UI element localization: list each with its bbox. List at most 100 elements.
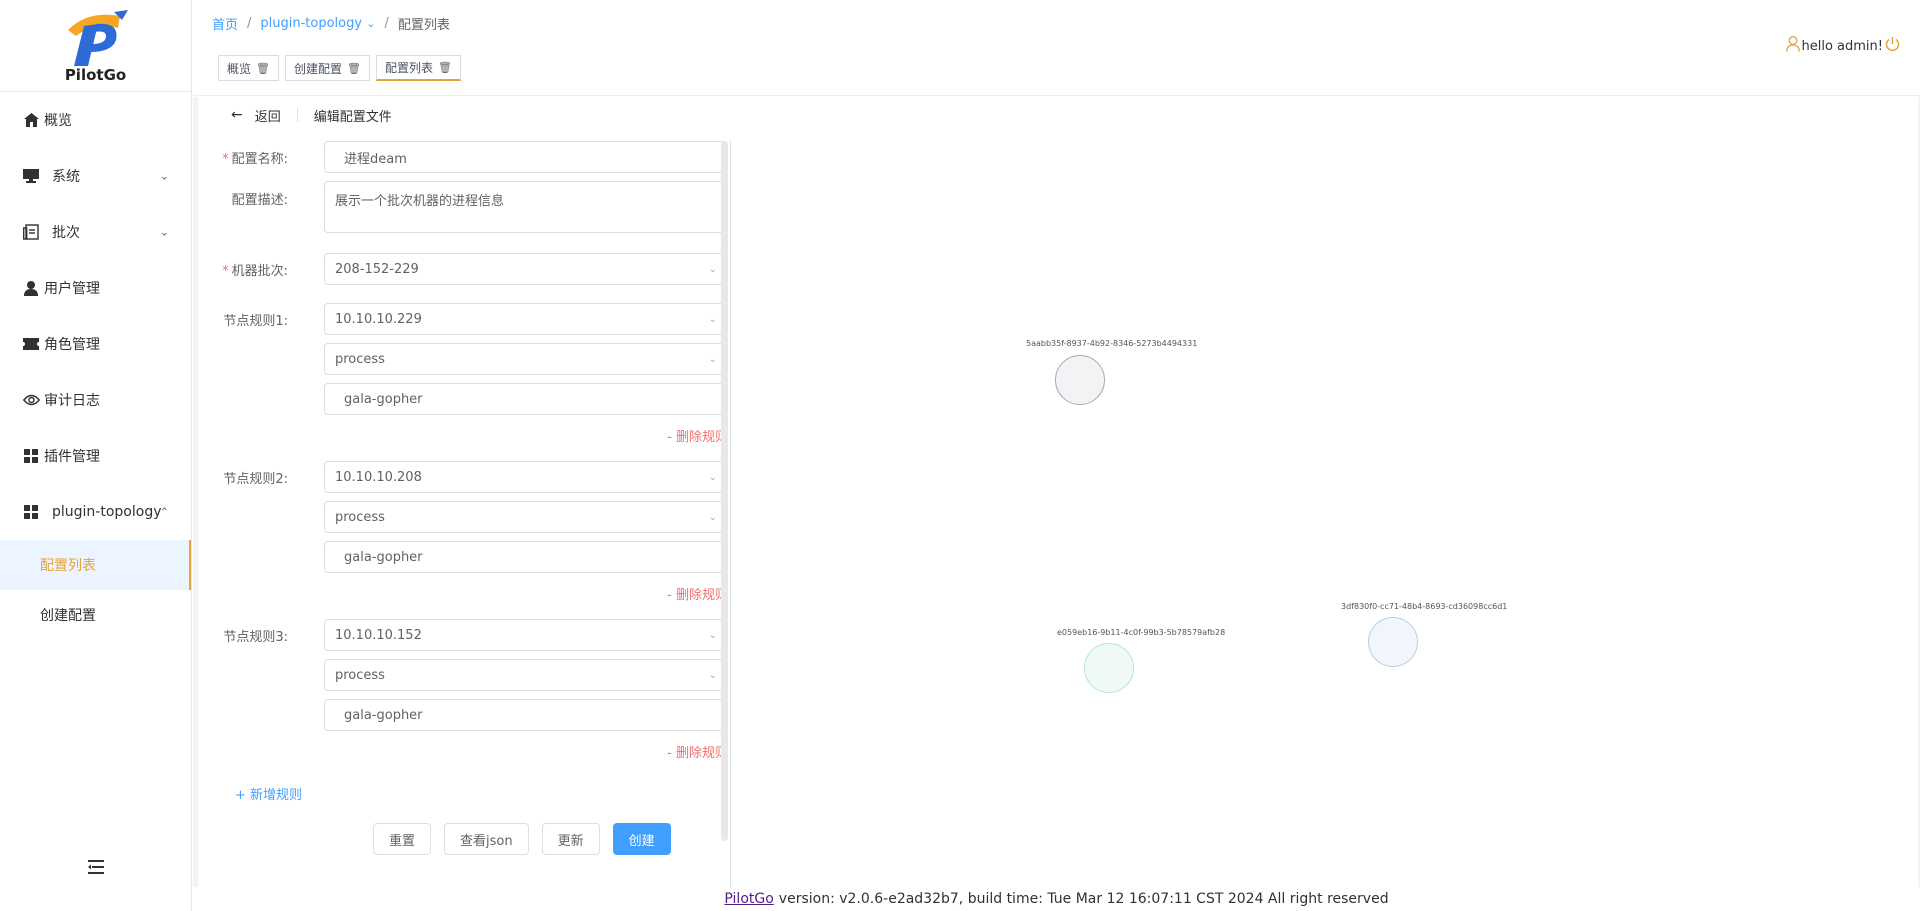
sidebar-item-role-management[interactable]: 角色管理: [0, 316, 191, 372]
rule-3-node-select[interactable]: 10.10.10.152 ⌄: [324, 619, 728, 651]
tab-label: 概览: [227, 61, 252, 76]
trash-icon[interactable]: 🗑: [347, 62, 361, 75]
form-row-rule-2: 节点规则2: 10.10.10.208 ⌄: [198, 461, 728, 493]
user-box: hello admin!: [1785, 36, 1901, 56]
batch-label: 机器批次:: [231, 263, 288, 279]
chevron-down-icon: ⌄: [708, 669, 717, 681]
sidebar-item-label: 角色管理: [44, 337, 100, 353]
topology-node[interactable]: [1368, 617, 1418, 667]
rule-node-value: 10.10.10.152: [335, 627, 422, 643]
tab-create-config[interactable]: 创建配置 🗑: [284, 55, 370, 81]
sidebar-item-system[interactable]: 系统 ⌄: [0, 148, 191, 204]
logo-text: PilotGo: [64, 66, 127, 84]
rule-type-value: process: [335, 667, 385, 683]
chevron-down-icon: ⌄: [159, 225, 169, 239]
sidebar-item-plugin-topology[interactable]: plugin-topology ⌃: [0, 484, 191, 540]
pane-splitter[interactable]: [730, 141, 731, 887]
pilotgo-logo-icon: [67, 10, 128, 66]
sidebar-item-audit-log[interactable]: 审计日志: [0, 372, 191, 428]
rule-3-delete-link[interactable]: - 删除规则: [667, 742, 728, 761]
node-label: 5aabb35f-8937-4b92-8346-5273b4494331: [1026, 339, 1198, 348]
breadcrumb-plugin-link[interactable]: plugin-topology ⌄: [260, 16, 375, 31]
config-desc-textarea[interactable]: 展示一个批次机器的进程信息: [324, 181, 728, 233]
sidebar-subitem-create-config[interactable]: 创建配置: [0, 590, 191, 640]
tags-view: 概览 🗑 创建配置 🗑 配置列表 🗑: [218, 55, 467, 81]
tab-config-list[interactable]: 配置列表 🗑: [375, 55, 461, 81]
form-label: * 配置名称:: [198, 148, 300, 167]
rule-1-name-input[interactable]: gala-gopher: [324, 383, 728, 415]
footer-pilotgo-link[interactable]: PilotGo: [724, 891, 773, 907]
breadcrumb-home-link[interactable]: 首页: [212, 14, 238, 33]
batch-select[interactable]: 208-152-229 ⌄: [324, 253, 728, 285]
sidebar-item-batch[interactable]: 批次 ⌄: [0, 204, 191, 260]
page-title: 编辑配置文件: [313, 109, 392, 125]
form-scrollbar[interactable]: [721, 141, 728, 841]
rule-1-delete-link[interactable]: - 删除规则: [667, 426, 728, 445]
config-name-input[interactable]: 进程deam: [324, 141, 728, 173]
tab-label: 创建配置: [293, 61, 342, 76]
sidebar-item-label: plugin-topology: [52, 504, 162, 520]
back-button[interactable]: ← 返回: [231, 106, 281, 125]
reset-button[interactable]: 重置: [373, 823, 432, 855]
breadcrumb-separator: /: [384, 16, 389, 31]
arrow-left-icon: ←: [231, 107, 243, 123]
sidebar-item-label: 用户管理: [44, 281, 100, 297]
chevron-down-icon: ⌄: [708, 263, 717, 275]
sidebar-item-label: 批次: [52, 225, 80, 241]
breadcrumb-plugin-label: plugin-topology: [260, 16, 363, 31]
eye-icon: [22, 391, 40, 409]
rule-1-node-select[interactable]: 10.10.10.229 ⌄: [324, 303, 728, 335]
rule-3-name-input[interactable]: gala-gopher: [324, 699, 728, 731]
rule-2-delete-link[interactable]: - 删除规则: [667, 584, 728, 603]
add-rule-link[interactable]: + 新增规则: [235, 784, 302, 803]
sidebar-item-label: 概览: [44, 113, 72, 129]
chevron-down-icon: ⌄: [708, 511, 717, 523]
batch-icon: [22, 223, 40, 241]
rule-2-type-select[interactable]: process ⌄: [324, 501, 728, 533]
rule-2-node-select[interactable]: 10.10.10.208 ⌄: [324, 461, 728, 493]
required-mark: *: [222, 263, 229, 279]
sidebar-item-plugin-management[interactable]: 插件管理: [0, 428, 191, 484]
rule-type-value: process: [335, 509, 385, 525]
rule-3-type-select[interactable]: process ⌄: [324, 659, 728, 691]
form-label: * 机器批次:: [198, 260, 300, 279]
chevron-down-icon: ⌄: [708, 471, 717, 483]
power-icon[interactable]: [1885, 36, 1900, 56]
trash-icon[interactable]: 🗑: [438, 61, 452, 74]
view-json-button[interactable]: 查看json: [444, 823, 529, 855]
rule-node-value: 10.10.10.208: [335, 469, 422, 485]
chevron-down-icon: ⌄: [708, 629, 717, 641]
header: 首页 / plugin-topology ⌄ / 配置列表 概览 🗑 创建配置 …: [193, 0, 1920, 96]
node-label: 3df830f0-cc71-48b4-8693-cd36098cc6d1: [1341, 602, 1508, 611]
tab-overview[interactable]: 概览 🗑: [218, 55, 279, 81]
create-button[interactable]: 创建: [612, 823, 671, 855]
rule-node-value: 10.10.10.229: [335, 311, 422, 327]
rule-2-name-input[interactable]: gala-gopher: [324, 541, 728, 573]
topology-node[interactable]: [1055, 355, 1105, 405]
desc-label: 配置描述:: [231, 193, 288, 208]
rule-1-type-select[interactable]: process ⌄: [324, 343, 728, 375]
topology-canvas[interactable]: 5aabb35f-8937-4b92-8346-5273b4494331 3df…: [733, 141, 1853, 887]
page-header: ← 返回 编辑配置文件: [231, 101, 392, 129]
form-row-rule-1: 节点规则1: 10.10.10.229 ⌄: [198, 303, 728, 335]
logo: PilotGo: [0, 0, 191, 92]
edit-config-panel: ← 返回 编辑配置文件 * 配置名称: 进程deam 配置描述: 展示一个批次机器…: [198, 97, 1918, 887]
sidebar-item-overview[interactable]: 概览: [0, 92, 191, 148]
sidebar-subitem-config-list[interactable]: 配置列表: [0, 540, 191, 590]
collapse-menu-icon[interactable]: [86, 857, 106, 877]
rule-label: 节点规则3:: [223, 629, 288, 645]
update-button[interactable]: 更新: [541, 823, 600, 855]
grid-icon: [22, 503, 40, 521]
topology-node[interactable]: [1084, 643, 1134, 693]
chevron-down-icon: ⌄: [708, 353, 717, 365]
rule-type-value: process: [335, 351, 385, 367]
trash-icon[interactable]: 🗑: [256, 62, 270, 75]
chevron-down-icon: ⌄: [366, 17, 376, 30]
ticket-icon: [22, 335, 40, 353]
sidebar-item-user-management[interactable]: 用户管理: [0, 260, 191, 316]
user-outline-icon: [1785, 36, 1800, 56]
form-row-desc: 配置描述: 展示一个批次机器的进程信息: [198, 181, 728, 233]
chevron-down-icon: ⌄: [708, 313, 717, 325]
footer: PilotGo version: v2.0.6-e2ad32b7, build …: [193, 887, 1920, 911]
tab-label: 配置列表: [384, 61, 433, 75]
